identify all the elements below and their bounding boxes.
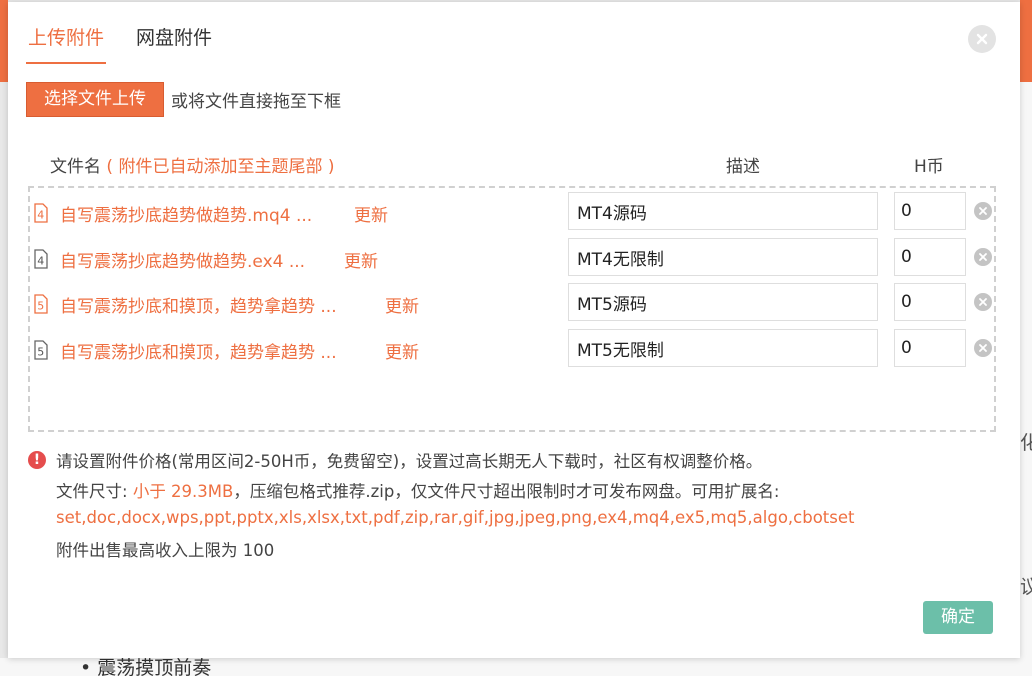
price-input[interactable] [894, 192, 966, 230]
close-icon [979, 344, 987, 352]
svg-text:4: 4 [37, 209, 44, 222]
file-size-note: 文件尺寸: 小于 29.3MB，压缩包格式推荐.zip，仅文件尺寸超出限制时才可… [56, 478, 779, 502]
price-input[interactable] [894, 238, 966, 276]
upload-row: 选择文件上传 或将文件直接拖至下框 [26, 82, 341, 117]
select-file-upload-button[interactable]: 选择文件上传 [26, 82, 164, 117]
income-limit-note: 附件出售最高收入上限为 100 [56, 541, 275, 560]
file-type-icon: 5 [34, 340, 48, 360]
close-button[interactable] [968, 25, 996, 53]
close-icon [979, 298, 987, 306]
tab-upload-attachment[interactable]: 上传附件 [26, 24, 107, 64]
file-name-link[interactable]: 自写震荡抄底趋势做趋势.ex4 ... [60, 247, 305, 272]
close-icon [979, 207, 987, 215]
warning-icon: ! [28, 451, 46, 469]
file-type-icon: 4 [34, 203, 48, 223]
file-row: 4 自写震荡抄底趋势做趋势.mq4 ... 更新 [30, 190, 996, 230]
allowed-extensions: set,doc,docx,wps,ppt,pptx,xls,xlsx,txt,p… [56, 508, 855, 527]
file-row: 4 自写震荡抄底趋势做趋势.ex4 ... 更新 [30, 236, 996, 276]
column-header-filename: 文件名 ( 附件已自动添加至主题尾部 ) [50, 152, 334, 177]
price-note: 请设置附件价格(常用区间2-50H币，免费留空)，设置过高长期无人下载时，社区有… [56, 452, 763, 471]
svg-text:5: 5 [37, 300, 44, 313]
background-text-fragment: 议 [1020, 576, 1032, 598]
column-header-description: 描述 [726, 157, 760, 177]
description-input[interactable] [568, 329, 878, 367]
filename-note: ( 附件已自动添加至主题尾部 ) [106, 157, 335, 177]
background-list-item: • 震荡摸顶前奏 [80, 658, 212, 676]
svg-text:5: 5 [37, 346, 44, 359]
update-file-link[interactable]: 更新 [354, 201, 388, 226]
file-type-icon: 4 [34, 249, 48, 269]
attachment-dialog: 上传附件 网盘附件 选择文件上传 或将文件直接拖至下框 文件名 ( 附件已自动添… [8, 2, 1020, 658]
file-drop-area[interactable]: 4 自写震荡抄底趋势做趋势.mq4 ... 更新 4 自写震荡抄底趋势做趋势.e… [28, 186, 996, 432]
file-name-link[interactable]: 自写震荡抄底趋势做趋势.mq4 ... [60, 201, 312, 226]
filename-label: 文件名 [50, 157, 101, 177]
remove-file-button[interactable] [974, 248, 992, 266]
price-input[interactable] [894, 283, 966, 321]
close-icon [976, 33, 988, 45]
column-header-price: H币 [914, 157, 944, 177]
file-row: 5 自写震荡抄底和摸顶，趋势拿趋势 ... 更新 [30, 327, 996, 367]
file-row: 5 自写震荡抄底和摸顶，趋势拿趋势 ... 更新 [30, 281, 996, 321]
dialog-tabs: 上传附件 网盘附件 [26, 24, 242, 66]
drag-drop-hint: 或将文件直接拖至下框 [171, 92, 341, 112]
price-input[interactable] [894, 329, 966, 367]
description-input[interactable] [568, 192, 878, 230]
svg-text:4: 4 [37, 255, 44, 268]
confirm-button[interactable]: 确定 [923, 601, 993, 634]
file-size-suffix: ，压缩包格式推荐.zip，仅文件尺寸超出限制时才可发布网盘。可用扩展名: [233, 482, 780, 501]
update-file-link[interactable]: 更新 [344, 247, 378, 272]
remove-file-button[interactable] [974, 293, 992, 311]
close-icon [979, 253, 987, 261]
file-name-link[interactable]: 自写震荡抄底和摸顶，趋势拿趋势 ... [60, 292, 337, 317]
update-file-link[interactable]: 更新 [385, 338, 419, 363]
description-input[interactable] [568, 283, 878, 321]
file-size-prefix: 文件尺寸: [56, 482, 133, 501]
file-size-limit: 小于 29.3MB [132, 482, 234, 501]
remove-file-button[interactable] [974, 339, 992, 357]
tab-cloud-attachment[interactable]: 网盘附件 [134, 24, 214, 66]
update-file-link[interactable]: 更新 [385, 292, 419, 317]
description-input[interactable] [568, 238, 878, 276]
background-text-fragment: 化 [1020, 432, 1032, 454]
file-type-icon: 5 [34, 294, 48, 314]
remove-file-button[interactable] [974, 202, 992, 220]
background-header-left [0, 0, 8, 82]
background-header-right [1020, 0, 1032, 82]
file-name-link[interactable]: 自写震荡抄底和摸顶，趋势拿趋势 ... [60, 338, 337, 363]
